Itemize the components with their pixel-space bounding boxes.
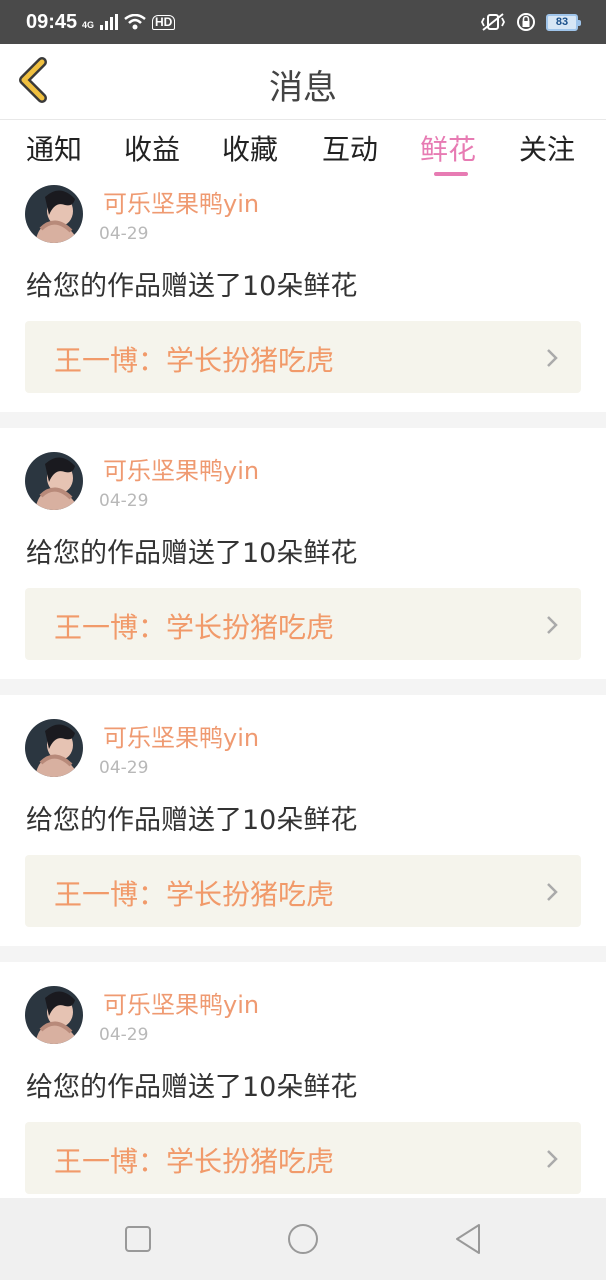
chevron-right-icon [547,1150,558,1168]
tab-notifications[interactable]: 通知 [26,128,82,176]
signal-icon [100,14,119,30]
message-content: 给您的作品赠送了10朵鲜花 [26,538,358,569]
work-link-card[interactable]: 王一博：学长扮猪吃虎 [25,321,581,393]
tab-favorites[interactable]: 收藏 [222,128,278,176]
system-nav-bar [0,1198,606,1280]
work-title: 王一博：学长扮猪吃虎 [54,344,335,377]
sender-name[interactable]: 可乐坚果鸭yin [103,718,259,753]
chevron-right-icon [547,616,558,634]
message-item: 可乐坚果鸭yin 04-29 给您的作品赠送了10朵鲜花 王一博：学长扮猪吃虎 [0,180,606,430]
avatar[interactable] [25,986,83,1044]
tab-interactions[interactable]: 互动 [322,128,378,176]
message-content: 给您的作品赠送了10朵鲜花 [26,805,358,836]
divider [0,679,606,695]
page-title: 消息 [269,68,337,108]
header-bar: 消息 [0,44,606,120]
status-icons-right: 83 [480,12,581,32]
message-content: 给您的作品赠送了10朵鲜花 [26,1072,358,1103]
tab-bar: 通知 收益 收藏 互动 鲜花 关注 [0,120,606,180]
battery-icon: 83 [546,13,581,31]
sender-name[interactable]: 可乐坚果鸭yin [103,985,259,1020]
work-link-card[interactable]: 王一博：学长扮猪吃虎 [25,1122,581,1194]
wifi-icon [124,14,146,30]
message-item: 可乐坚果鸭yin 04-29 给您的作品赠送了10朵鲜花 王一博：学长扮猪吃虎 [0,981,606,1231]
message-date: 04-29 [99,758,149,778]
circle-icon[interactable] [286,1222,320,1256]
divider [0,412,606,428]
hd-icon: HD [152,15,176,30]
divider [0,946,606,962]
vibrate-icon [480,13,506,31]
network-4g-icon: 4G [82,20,95,30]
tab-flowers[interactable]: 鲜花 [420,128,476,176]
work-link-card[interactable]: 王一博：学长扮猪吃虎 [25,588,581,660]
message-item: 可乐坚果鸭yin 04-29 给您的作品赠送了10朵鲜花 王一博：学长扮猪吃虎 [0,714,606,964]
sender-name[interactable]: 可乐坚果鸭yin [103,184,259,219]
work-title: 王一博：学长扮猪吃虎 [54,611,335,644]
square-icon[interactable] [121,1222,155,1256]
status-icons-left: 4G HD [82,14,176,30]
avatar[interactable] [25,719,83,777]
triangle-back-icon[interactable] [452,1222,486,1256]
status-bar: 09:45 4G HD 83 [0,0,606,44]
message-date: 04-29 [99,224,149,244]
message-date: 04-29 [99,1025,149,1045]
alarm-lock-icon [517,13,535,31]
avatar[interactable] [25,185,83,243]
message-content: 给您的作品赠送了10朵鲜花 [26,271,358,302]
work-title: 王一博：学长扮猪吃虎 [54,1145,335,1178]
tab-active-indicator [434,172,468,176]
sender-name[interactable]: 可乐坚果鸭yin [103,451,259,486]
chevron-right-icon [547,349,558,367]
tab-earnings[interactable]: 收益 [124,128,180,176]
chevron-right-icon [547,883,558,901]
avatar[interactable] [25,452,83,510]
status-time: 09:45 [26,11,78,33]
work-title: 王一博：学长扮猪吃虎 [54,878,335,911]
tab-follows[interactable]: 关注 [519,128,575,176]
message-item: 可乐坚果鸭yin 04-29 给您的作品赠送了10朵鲜花 王一博：学长扮猪吃虎 [0,447,606,697]
work-link-card[interactable]: 王一博：学长扮猪吃虎 [25,855,581,927]
message-date: 04-29 [99,491,149,511]
